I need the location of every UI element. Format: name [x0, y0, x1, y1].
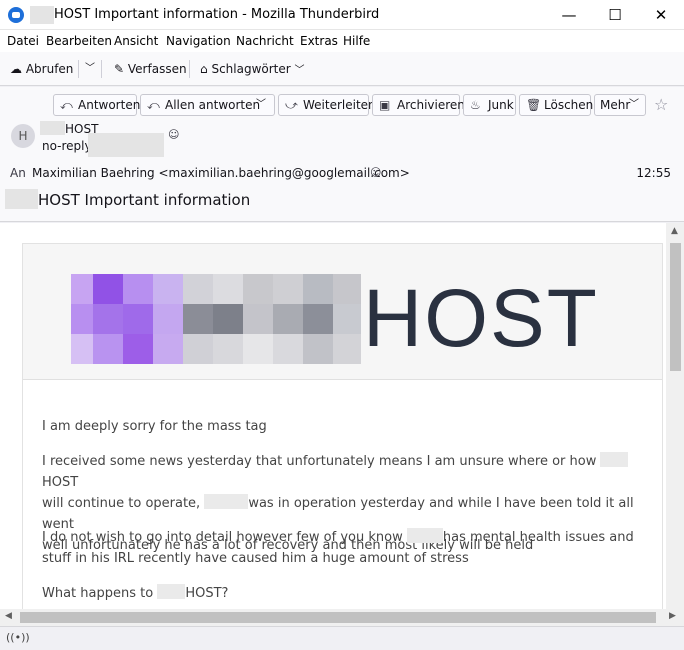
logo-text: HOST: [363, 273, 599, 364]
tag-icon: ⌂: [200, 62, 208, 76]
reply-arrow-icon: ⤺: [60, 98, 73, 112]
horizontal-scroll-thumb[interactable]: [20, 612, 656, 623]
redacted-block: [40, 121, 65, 135]
forward-label: Weiterleiten: [303, 98, 376, 112]
redacted-block: [406, 528, 443, 543]
tags-label: Schlagwörter: [211, 62, 291, 76]
more-button[interactable]: Mehr ﹀: [594, 94, 646, 116]
menu-datei[interactable]: Datei: [7, 34, 39, 48]
menu-bar: Datei Bearbeiten Ansicht Navigation Nach…: [0, 30, 684, 52]
menu-nachricht[interactable]: Nachricht: [236, 34, 294, 48]
redacted-block: [204, 494, 249, 509]
menu-navigation[interactable]: Navigation: [166, 34, 231, 48]
paragraph-3-line-1a: I do not wish to go into detail however …: [42, 530, 403, 545]
delete-label: Löschen: [544, 98, 594, 112]
star-icon[interactable]: ☆: [654, 95, 668, 114]
redacted-block: [5, 189, 38, 209]
to-label: An: [10, 166, 26, 180]
delete-button[interactable]: 🗑 Löschen: [519, 94, 594, 116]
horizontal-scrollbar[interactable]: ◀ ▶: [0, 609, 684, 626]
archive-label: Archivieren: [397, 98, 465, 112]
scroll-right-arrow-icon[interactable]: ▶: [669, 611, 676, 621]
forward-arrow-icon: ⤻: [285, 98, 298, 112]
junk-button[interactable]: ♨ Junk: [463, 94, 516, 116]
chevron-down-icon: ﹀: [629, 99, 639, 110]
toolbar-divider: [189, 60, 190, 78]
toolbar-divider: [78, 60, 79, 78]
close-button[interactable]: ✕: [638, 0, 684, 30]
redacted-block: [600, 452, 629, 467]
trash-icon: 🗑: [526, 98, 542, 112]
online-status-icon[interactable]: ((•)): [6, 631, 30, 644]
chevron-down-icon: ﹀: [85, 63, 95, 74]
email-banner: HOST: [23, 244, 662, 380]
menu-hilfe[interactable]: Hilfe: [343, 34, 370, 48]
paragraph-1: I am deeply sorry for the mass tag: [42, 419, 267, 434]
toolbar-divider: [101, 60, 102, 78]
scroll-up-arrow-icon[interactable]: ▲: [671, 226, 678, 236]
more-label: Mehr: [600, 98, 631, 112]
chevron-down-icon: ﹀: [256, 99, 266, 110]
paragraph-3: I do not wish to go into detail however …: [42, 527, 642, 569]
archive-button[interactable]: ▣ Archivieren: [372, 94, 465, 116]
reply-all-button[interactable]: ⤺ Allen antworten ﹀: [140, 94, 275, 116]
sender-email[interactable]: no-reply: [42, 139, 92, 153]
archive-box-icon: ▣: [379, 98, 391, 112]
reply-label: Antworten: [78, 98, 141, 112]
sender-avatar: H: [11, 124, 35, 148]
paragraph-4: What happens to HOST?: [42, 583, 642, 604]
redacted-block: [157, 584, 186, 599]
scroll-left-arrow-icon[interactable]: ◀: [5, 611, 12, 621]
message-header: ⤺ Antworten ⤺ Allen antworten ﹀ ⤻ Weiter…: [0, 87, 684, 222]
forward-button[interactable]: ⤻ Weiterleiten: [278, 94, 376, 116]
recipient-address[interactable]: Maximilian Baehring <maximilian.baehring…: [32, 166, 410, 180]
menu-extras[interactable]: Extras: [300, 34, 338, 48]
paragraph-2-host: HOST: [42, 475, 79, 490]
compose-label: Verfassen: [127, 62, 187, 76]
pencil-icon: ✎: [114, 62, 125, 76]
menu-ansicht[interactable]: Ansicht: [114, 34, 158, 48]
download-cloud-icon: ☁: [10, 62, 22, 76]
get-mail-button[interactable]: ☁ Abrufen: [10, 58, 73, 80]
tags-button[interactable]: ⌂ Schlagwörter ﹀: [200, 58, 305, 80]
chevron-down-icon: ﹀: [294, 65, 305, 76]
email-content: HOST I am deeply sorry for the mass tag …: [22, 243, 663, 609]
main-toolbar: ☁ Abrufen ﹀ ✎ Verfassen ⌂ Schlagwörter ﹀: [0, 52, 684, 86]
paragraph-4-b: HOST?: [185, 586, 229, 601]
redacted-block: [30, 6, 54, 24]
reply-all-icon: ⤺: [147, 98, 160, 112]
status-bar: ((•)): [0, 626, 684, 650]
message-subject: HOST Important information: [38, 191, 251, 209]
vertical-scrollbar[interactable]: ▲: [666, 223, 684, 609]
reply-button[interactable]: ⤺ Antworten: [53, 94, 141, 116]
maximize-button[interactable]: ☐: [592, 0, 638, 30]
junk-label: Junk: [488, 98, 514, 112]
title-bar: HOST Important information - Mozilla Thu…: [0, 0, 684, 30]
paragraph-3-line-1b: has mental health issues and: [442, 530, 634, 545]
reply-all-label: Allen antworten: [165, 98, 261, 112]
minimize-button[interactable]: —: [546, 0, 592, 30]
blurred-logo-mark: [71, 274, 361, 364]
contact-card-icon[interactable]: ☺: [168, 128, 179, 141]
vertical-scroll-thumb[interactable]: [670, 243, 681, 371]
redacted-block: [88, 133, 164, 157]
paragraph-4-a: What happens to: [42, 586, 154, 601]
window-title: HOST Important information - Mozilla Thu…: [54, 7, 380, 22]
get-mail-label: Abrufen: [25, 62, 74, 76]
thunderbird-logo-icon: [8, 7, 24, 23]
flame-icon: ♨: [470, 98, 481, 112]
paragraph-3-line-2: stuff in his IRL recently have caused hi…: [42, 551, 469, 566]
menu-bearbeiten[interactable]: Bearbeiten: [46, 34, 112, 48]
get-mail-dropdown[interactable]: ﹀: [85, 58, 95, 80]
contact-card-icon[interactable]: ☺: [370, 166, 381, 179]
message-body[interactable]: HOST I am deeply sorry for the mass tag …: [0, 223, 684, 609]
compose-button[interactable]: ✎ Verfassen: [114, 58, 187, 80]
paragraph-2-line-1: I received some news yesterday that unfo…: [42, 454, 597, 469]
message-time: 12:55: [636, 166, 671, 180]
paragraph-2-line-2a: will continue to operate,: [42, 496, 201, 511]
